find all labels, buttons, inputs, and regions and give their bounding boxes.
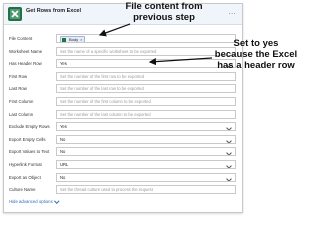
action-title: Get Rows from Excel xyxy=(26,8,82,14)
field-row-file-content: File Content Body × xyxy=(4,34,242,45)
field-row-export-empty-cells: Export Empty Cells No xyxy=(4,134,242,146)
field-row-hyperlink-format: Hyperlink Format URL xyxy=(4,160,242,171)
field-label-first-column: First Column xyxy=(9,99,34,104)
action-card: Get Rows from Excel ... File Content Body… xyxy=(3,3,243,213)
field-row-has-header-row: Has Header Row Yes xyxy=(4,59,242,70)
last-row-input[interactable]: Set the number of the last row to be exp… xyxy=(56,84,236,94)
exclude-empty-rows-dropdown[interactable]: Yes xyxy=(56,122,236,132)
export-as-object-dropdown[interactable]: No xyxy=(56,172,236,182)
field-row-first-column: First Column Set the number of the first … xyxy=(4,97,242,108)
export-empty-cells-dropdown[interactable]: No xyxy=(56,134,236,144)
annotation-file-content: File content from previous step xyxy=(125,1,203,23)
more-options-button[interactable]: ... xyxy=(229,9,236,16)
first-row-input[interactable]: Set the number of the first row to be ex… xyxy=(56,71,236,81)
field-row-last-column: Last Column Set the number of the last co… xyxy=(4,109,242,121)
field-row-exclude-empty-rows: Exclude Empty Rows Yes xyxy=(4,122,242,133)
field-row-worksheet-name: Worksheet Name Set the name of a specific… xyxy=(4,46,242,58)
chevron-up-icon xyxy=(53,197,59,203)
field-row-first-row: First Row Set the number of the first row… xyxy=(4,71,242,83)
token-label: Body xyxy=(69,37,79,42)
export-values-to-text-dropdown[interactable]: No xyxy=(56,147,236,157)
file-content-input[interactable]: Body × xyxy=(56,34,236,43)
field-label-has-header-row: Has Header Row xyxy=(9,61,42,67)
hide-advanced-options-link[interactable]: Hide advanced options xyxy=(9,197,59,204)
field-label-export-empty-cells: Export Empty Cells xyxy=(9,136,46,142)
has-header-row-dropdown[interactable]: Yes xyxy=(56,59,236,69)
field-label-export-values-to-text: Export Values to Text xyxy=(9,149,50,155)
advanced-options-label: Hide advanced options xyxy=(9,199,53,204)
field-label-culture-name: Culture Name xyxy=(9,187,36,193)
field-label-worksheet-name: Worksheet Name xyxy=(9,48,43,54)
field-row-export-as-object: Export as Object No xyxy=(4,172,242,184)
field-row-culture-name: Culture Name Set the thread culture used … xyxy=(4,185,242,196)
field-label-last-column: Last Column xyxy=(9,111,34,117)
field-label-last-row: Last Row xyxy=(9,86,27,92)
field-label-file-content: File Content xyxy=(9,36,33,41)
field-label-hyperlink-format: Hyperlink Format xyxy=(9,162,42,167)
first-column-input[interactable]: Set the number of the first column to be… xyxy=(56,97,236,106)
culture-name-input[interactable]: Set the thread culture used to process t… xyxy=(56,185,236,195)
excel-icon xyxy=(8,7,22,21)
field-row-export-values-to-text: Export Values to Text No xyxy=(4,147,242,158)
annotation-header-row: Set to yes because the Excel has a heade… xyxy=(214,38,298,71)
worksheet-name-input[interactable]: Set the name of a specific worksheet to … xyxy=(56,46,236,56)
field-label-export-as-object: Export as Object xyxy=(9,174,41,180)
body-token[interactable]: Body × xyxy=(60,36,86,42)
field-row-last-row: Last Row Set the number of the last row t… xyxy=(4,84,242,95)
field-label-first-row: First Row xyxy=(9,73,28,79)
field-label-exclude-empty-rows: Exclude Empty Rows xyxy=(9,124,50,130)
remove-token-icon[interactable]: × xyxy=(80,37,82,42)
hyperlink-format-dropdown[interactable]: URL xyxy=(56,160,236,169)
last-column-input[interactable]: Set the number of the last column to be … xyxy=(56,109,236,119)
excel-token-icon xyxy=(62,38,66,42)
